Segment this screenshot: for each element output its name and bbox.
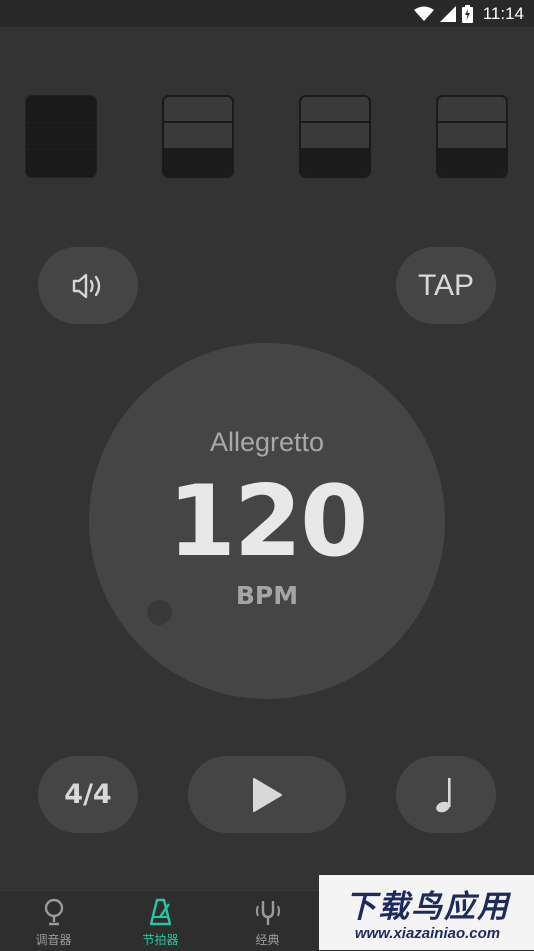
tempo-dial[interactable]: Allegretto 120 BPM (89, 343, 445, 699)
tap-tempo-button[interactable]: TAP (396, 247, 496, 324)
status-icons: 11:14 (413, 3, 524, 25)
quarter-note-icon (436, 777, 451, 812)
status-time: 11:14 (482, 4, 524, 23)
nav-label-metronome: 节拍器 (142, 933, 179, 947)
dial-knob[interactable] (147, 600, 172, 625)
nav-label-tuner: 调音器 (35, 933, 72, 947)
time-signature-label: 4/4 (64, 779, 112, 810)
nav-item-classic[interactable]: 经典 (214, 891, 321, 951)
play-button[interactable] (188, 756, 346, 833)
tempo-marking: Allegretto (209, 427, 325, 457)
beat-indicator-2[interactable] (162, 95, 234, 178)
bpm-value: 120 (167, 465, 369, 579)
battery-charging-icon (461, 5, 473, 23)
tap-label: TAP (417, 268, 475, 302)
watermark: 下载鸟应用 www.xiazainiao.com (319, 875, 534, 950)
nav-item-metronome[interactable]: 节拍器 (107, 891, 214, 951)
beat-indicator-4[interactable] (436, 95, 508, 178)
tuner-icon (44, 898, 63, 926)
play-icon (253, 777, 282, 812)
watermark-url: www.xiazainiao.com (354, 925, 501, 942)
beat-indicator-1[interactable] (25, 95, 97, 178)
beat-indicator-3[interactable] (299, 95, 371, 178)
tuning-fork-icon (255, 901, 280, 925)
note-value-button[interactable] (396, 756, 496, 833)
nav-item-tuner[interactable]: 调音器 (0, 891, 107, 951)
wifi-icon (413, 6, 434, 21)
cell-signal-icon (439, 6, 456, 22)
nav-label-classic: 经典 (255, 933, 280, 947)
status-bar: 11:14 (0, 0, 534, 27)
metronome-icon (149, 898, 171, 926)
watermark-title: 下载鸟应用 (345, 889, 510, 925)
time-signature-button[interactable]: 4/4 (38, 756, 138, 833)
speaker-icon (72, 273, 101, 298)
sound-button[interactable] (38, 247, 138, 324)
bpm-unit-label: BPM (235, 581, 299, 610)
